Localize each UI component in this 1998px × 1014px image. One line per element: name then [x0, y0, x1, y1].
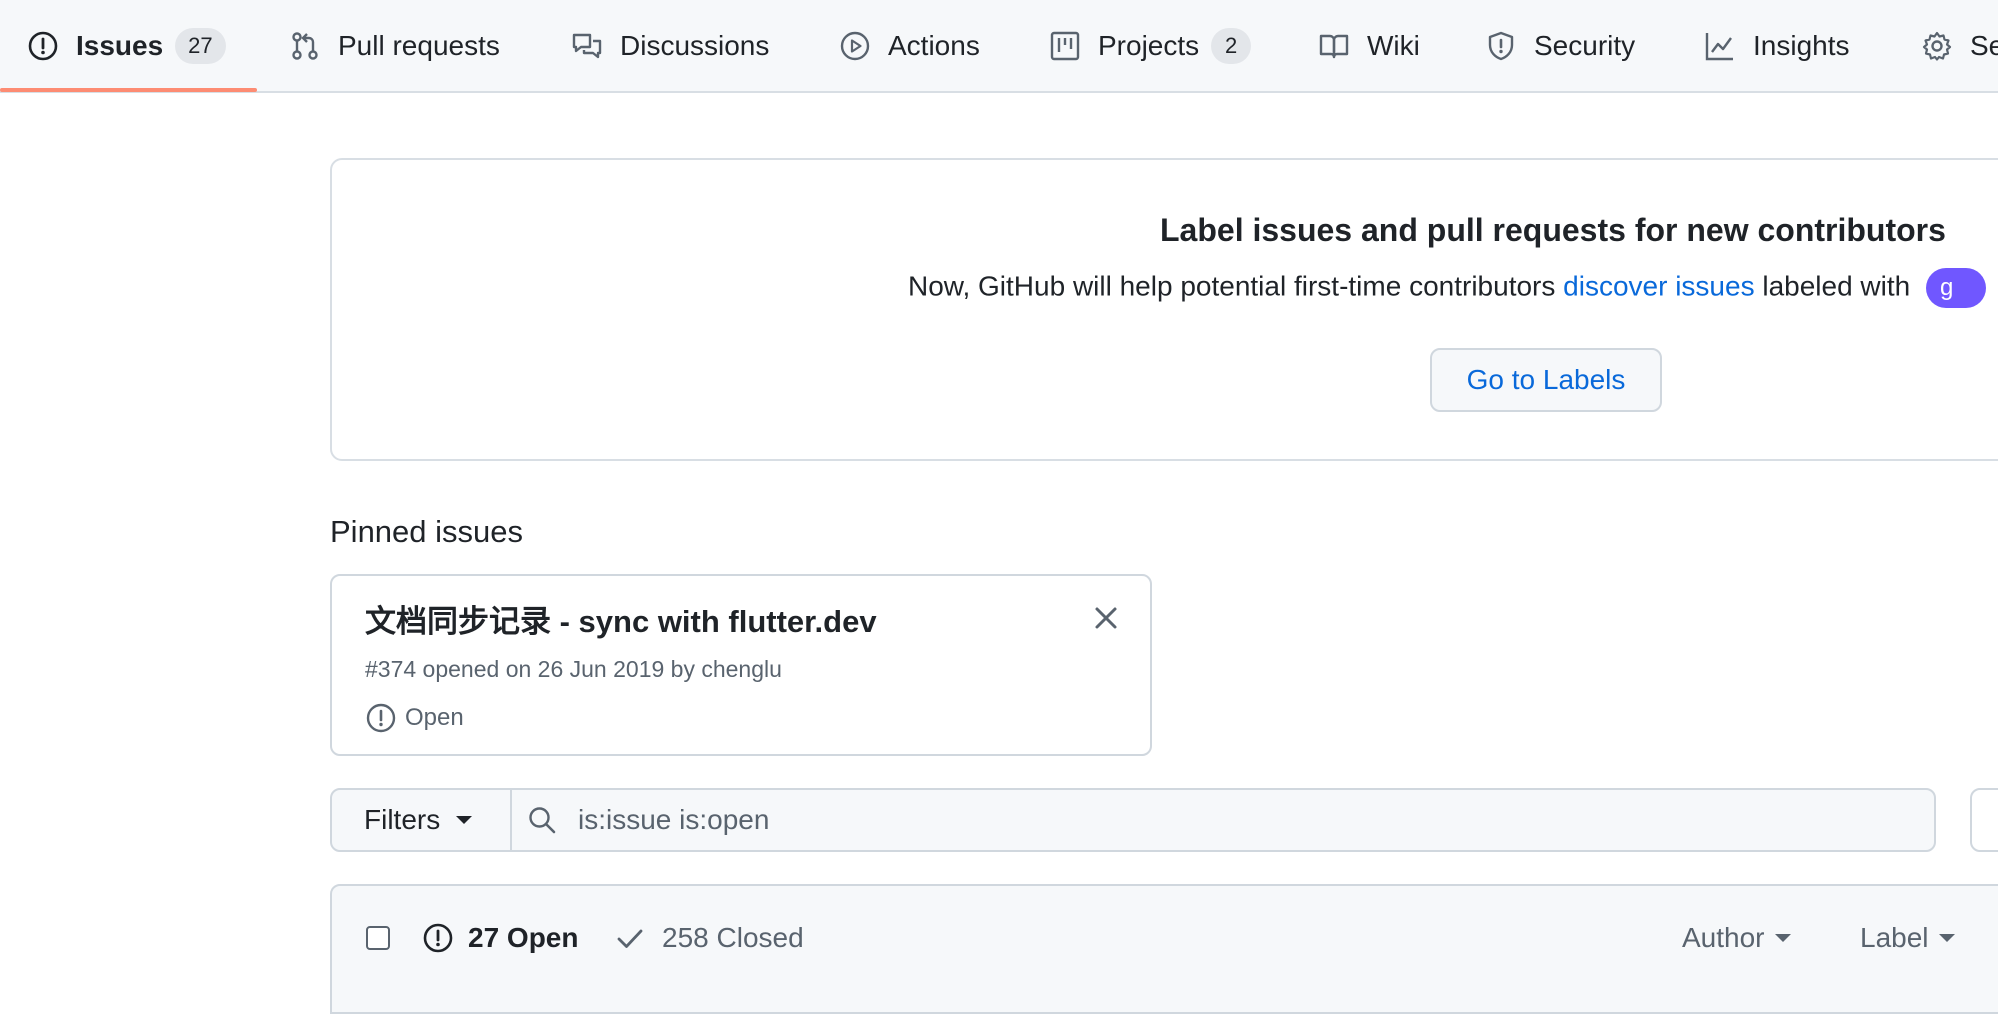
issue-opened-icon — [423, 923, 453, 953]
tab-security-label: Security — [1534, 29, 1636, 61]
chevron-down-icon — [1938, 934, 1955, 942]
filters-label: Filters — [364, 804, 441, 835]
issue-search-field[interactable] — [510, 788, 1936, 852]
banner-text-after: labeled with — [1754, 270, 1918, 302]
open-issues-label: 27 Open — [468, 922, 579, 953]
pinned-issue-status-label: Open — [405, 704, 464, 731]
search-icon — [529, 807, 556, 834]
go-to-labels-button[interactable]: Go to Labels — [1430, 348, 1662, 412]
pinned-issue-status: Open — [365, 702, 464, 734]
chevron-down-icon — [456, 816, 473, 824]
shield-icon — [1485, 30, 1517, 62]
table-icon — [1049, 30, 1081, 62]
label-filter-dropdown[interactable]: Label — [1860, 922, 1955, 954]
tab-discussions-label: Discussions — [620, 29, 770, 61]
tab-actions-label: Actions — [888, 29, 980, 61]
pinned-issue-card: 文档同步记录 - sync with flutter.dev #374 open… — [330, 574, 1152, 756]
tab-settings-label: Se — [1970, 29, 1998, 61]
graph-icon — [1704, 30, 1736, 62]
closed-issues-tab[interactable]: 258 Closed — [614, 922, 804, 954]
banner-title: Label issues and pull requests for new c… — [1160, 212, 1946, 248]
issues-list-header: 27 Open 258 Closed Author Label — [330, 884, 1998, 1014]
open-issues-tab[interactable]: 27 Open — [422, 922, 578, 954]
author-filter-label: Author — [1682, 922, 1765, 953]
banner-text: Now, GitHub will help potential first-ti… — [908, 268, 1986, 308]
tab-settings[interactable]: Se — [1921, 0, 1998, 91]
label-filter-label: Label — [1860, 922, 1929, 953]
pinned-issue-meta: #374 opened on 26 Jun 2019 by chenglu — [365, 656, 782, 682]
tab-insights[interactable]: Insights — [1704, 0, 1850, 91]
tab-actions[interactable]: Actions — [839, 0, 980, 91]
tab-issues[interactable]: Issues 27 — [27, 0, 226, 91]
play-icon — [839, 30, 871, 62]
close-icon[interactable] — [1090, 602, 1122, 634]
label-pill: g — [1926, 268, 1986, 308]
banner-text-before: Now, GitHub will help potential first-ti… — [908, 270, 1564, 302]
discover-issues-link[interactable]: discover issues — [1563, 270, 1754, 301]
contributors-banner — [330, 158, 1998, 461]
git-pull-request-icon — [289, 30, 321, 62]
tab-projects-label: Projects — [1098, 29, 1200, 61]
issue-opened-icon — [366, 703, 396, 733]
repo-nav: Issues 27 Pull requests Discussions Acti… — [0, 0, 1998, 93]
tab-insights-label: Insights — [1753, 29, 1850, 61]
tab-issues-label: Issues — [76, 29, 164, 61]
tab-discussions[interactable]: Discussions — [571, 0, 769, 91]
pinned-issues-heading: Pinned issues — [330, 514, 524, 549]
tab-wiki-label: Wiki — [1367, 29, 1420, 61]
issue-opened-icon — [27, 30, 59, 62]
select-all-checkbox[interactable] — [366, 926, 390, 950]
tab-pull-requests[interactable]: Pull requests — [289, 0, 500, 91]
labels-milestones-toggle[interactable] — [1970, 788, 1998, 852]
tab-projects[interactable]: Projects 2 — [1049, 0, 1252, 91]
book-icon — [1318, 30, 1350, 62]
projects-counter: 2 — [1211, 27, 1252, 64]
check-icon — [617, 929, 643, 948]
comment-discussion-icon — [571, 30, 603, 62]
closed-issues-label: 258 Closed — [662, 922, 804, 953]
chevron-down-icon — [1774, 934, 1791, 942]
pinned-issue-title[interactable]: 文档同步记录 - sync with flutter.dev — [365, 596, 877, 641]
filters-button[interactable]: Filters — [330, 788, 512, 852]
gear-icon — [1921, 30, 1953, 62]
search-input[interactable] — [576, 803, 1876, 837]
tab-pull-requests-label: Pull requests — [338, 29, 500, 61]
tab-wiki[interactable]: Wiki — [1318, 0, 1420, 91]
active-tab-underline — [0, 88, 257, 92]
issues-counter: 27 — [175, 27, 226, 64]
author-filter-dropdown[interactable]: Author — [1682, 922, 1791, 954]
tab-security[interactable]: Security — [1485, 0, 1635, 91]
